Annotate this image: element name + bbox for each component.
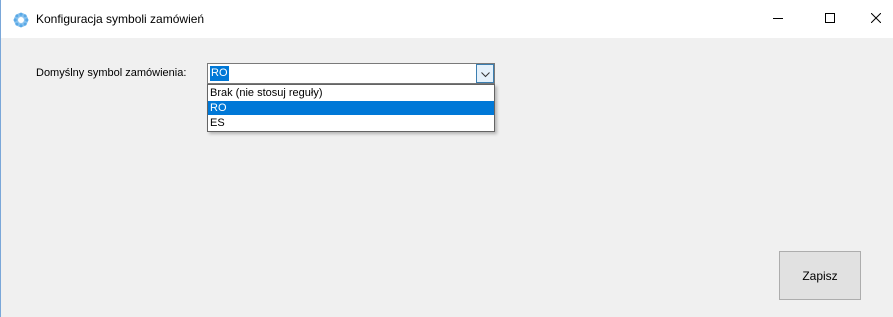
- dropdown-option[interactable]: ES: [208, 116, 494, 130]
- save-button[interactable]: Zapisz: [779, 251, 861, 300]
- symbol-dropdown-list: Brak (nie stosuj reguły) RO ES: [207, 84, 495, 132]
- maximize-button[interactable]: [807, 0, 853, 38]
- dropdown-option-selected[interactable]: RO: [208, 101, 494, 115]
- dialog-window: Konfiguracja symboli zamówień Domyślny s…: [0, 0, 893, 317]
- close-button[interactable]: [853, 0, 893, 38]
- minimize-button[interactable]: [755, 0, 801, 38]
- maximize-icon: [825, 12, 835, 26]
- close-icon: [870, 12, 882, 26]
- title-bar[interactable]: Konfiguracja symboli zamówień: [1, 0, 893, 38]
- symbol-label: Domyślny symbol zamówienia:: [36, 67, 187, 79]
- minimize-icon: [773, 12, 783, 26]
- dropdown-option[interactable]: Brak (nie stosuj reguły): [208, 86, 494, 100]
- gear-app-icon: [13, 12, 29, 28]
- dialog-client-area: Domyślny symbol zamówienia: RO Brak (nie…: [1, 38, 893, 317]
- window-title: Konfiguracja symboli zamówień: [36, 12, 205, 26]
- dropdown-toggle-button[interactable]: [476, 64, 494, 83]
- symbol-combobox[interactable]: RO: [207, 63, 495, 84]
- chevron-down-icon: [480, 67, 490, 81]
- symbol-selected-value: RO: [210, 66, 229, 81]
